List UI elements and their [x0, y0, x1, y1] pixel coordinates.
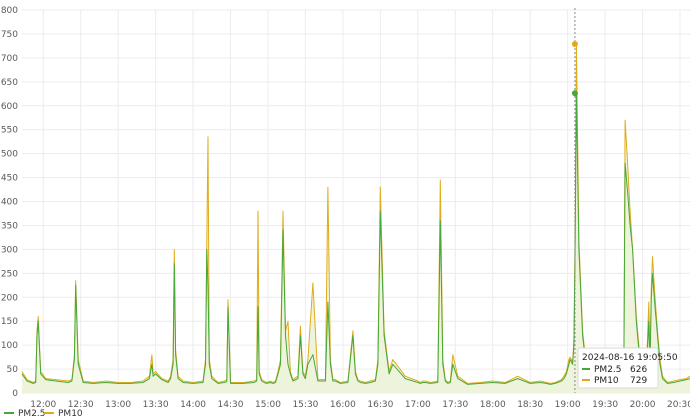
tooltip-series-pm10: PM10	[594, 376, 619, 386]
y-tick-700: 700	[1, 54, 18, 64]
x-tick-1900: 19:00	[555, 400, 581, 410]
x-axis: 12:00 12:30 13:00 13:30 14:00 14:30 15:00 15:30…	[30, 400, 690, 410]
x-tick-1530: 15:30	[292, 400, 318, 410]
x-tick-1330: 13:30	[143, 400, 169, 410]
y-tick-500: 500	[1, 150, 18, 160]
y-tick-0: 0	[12, 389, 18, 399]
x-tick-1300: 13:00	[105, 400, 131, 410]
legend-item-pm10[interactable]: PM10	[44, 409, 83, 418]
series-line-pm25	[21, 92, 690, 385]
y-tick-200: 200	[1, 293, 18, 303]
cursor-marker-pm25	[571, 90, 578, 97]
legend[interactable]: PM2.5 PM10	[4, 409, 83, 418]
x-tick-2000: 20:00	[630, 400, 656, 410]
legend-item-pm25[interactable]: PM2.5	[4, 409, 46, 418]
y-axis: 0 50 100 150 200 250 300 350 400 450 500 550 600 650 7…	[1, 6, 18, 399]
y-tick-100: 100	[1, 341, 18, 351]
x-tick-1600: 16:00	[330, 400, 356, 410]
grid	[22, 9, 690, 394]
legend-label-pm25: PM2.5	[18, 409, 46, 418]
y-tick-50: 50	[7, 365, 19, 375]
x-tick-2030: 20:30	[667, 400, 690, 410]
tooltip-timestamp: 2024-08-16 19:05:50	[582, 353, 678, 363]
x-tick-1430: 14:30	[218, 400, 244, 410]
series-layer	[21, 43, 690, 393]
x-tick-1400: 14:00	[180, 400, 206, 410]
y-tick-450: 450	[1, 174, 18, 184]
y-tick-600: 600	[1, 102, 18, 112]
legend-label-pm10: PM10	[58, 409, 83, 418]
x-tick-1730: 17:30	[442, 400, 468, 410]
tooltip-value-pm25: 626	[630, 365, 647, 375]
y-tick-550: 550	[1, 126, 18, 136]
area-fill-pm10	[22, 44, 690, 393]
y-tick-400: 400	[1, 198, 18, 208]
x-tick-1830: 18:30	[517, 400, 543, 410]
x-tick-1630: 16:30	[367, 400, 393, 410]
series-line-pm10	[21, 43, 690, 384]
y-tick-650: 650	[1, 78, 18, 88]
x-tick-1700: 17:00	[405, 400, 431, 410]
tooltip-value-pm10: 729	[630, 376, 647, 386]
cursor-marker-pm10	[571, 40, 578, 47]
x-tick-1500: 15:00	[255, 400, 281, 410]
pm-timeseries-chart[interactable]: 0 50 100 150 200 250 300 350 400 450 500 550 600 650 7…	[0, 0, 690, 418]
x-tick-1800: 18:00	[480, 400, 506, 410]
y-tick-750: 750	[1, 30, 18, 40]
y-tick-300: 300	[1, 245, 18, 255]
tooltip-series-pm25: PM2.5	[594, 365, 622, 375]
x-tick-1930: 19:30	[592, 400, 618, 410]
y-tick-350: 350	[1, 221, 18, 231]
y-tick-150: 150	[1, 317, 18, 327]
y-tick-800: 800	[1, 6, 18, 16]
y-tick-250: 250	[1, 269, 18, 279]
